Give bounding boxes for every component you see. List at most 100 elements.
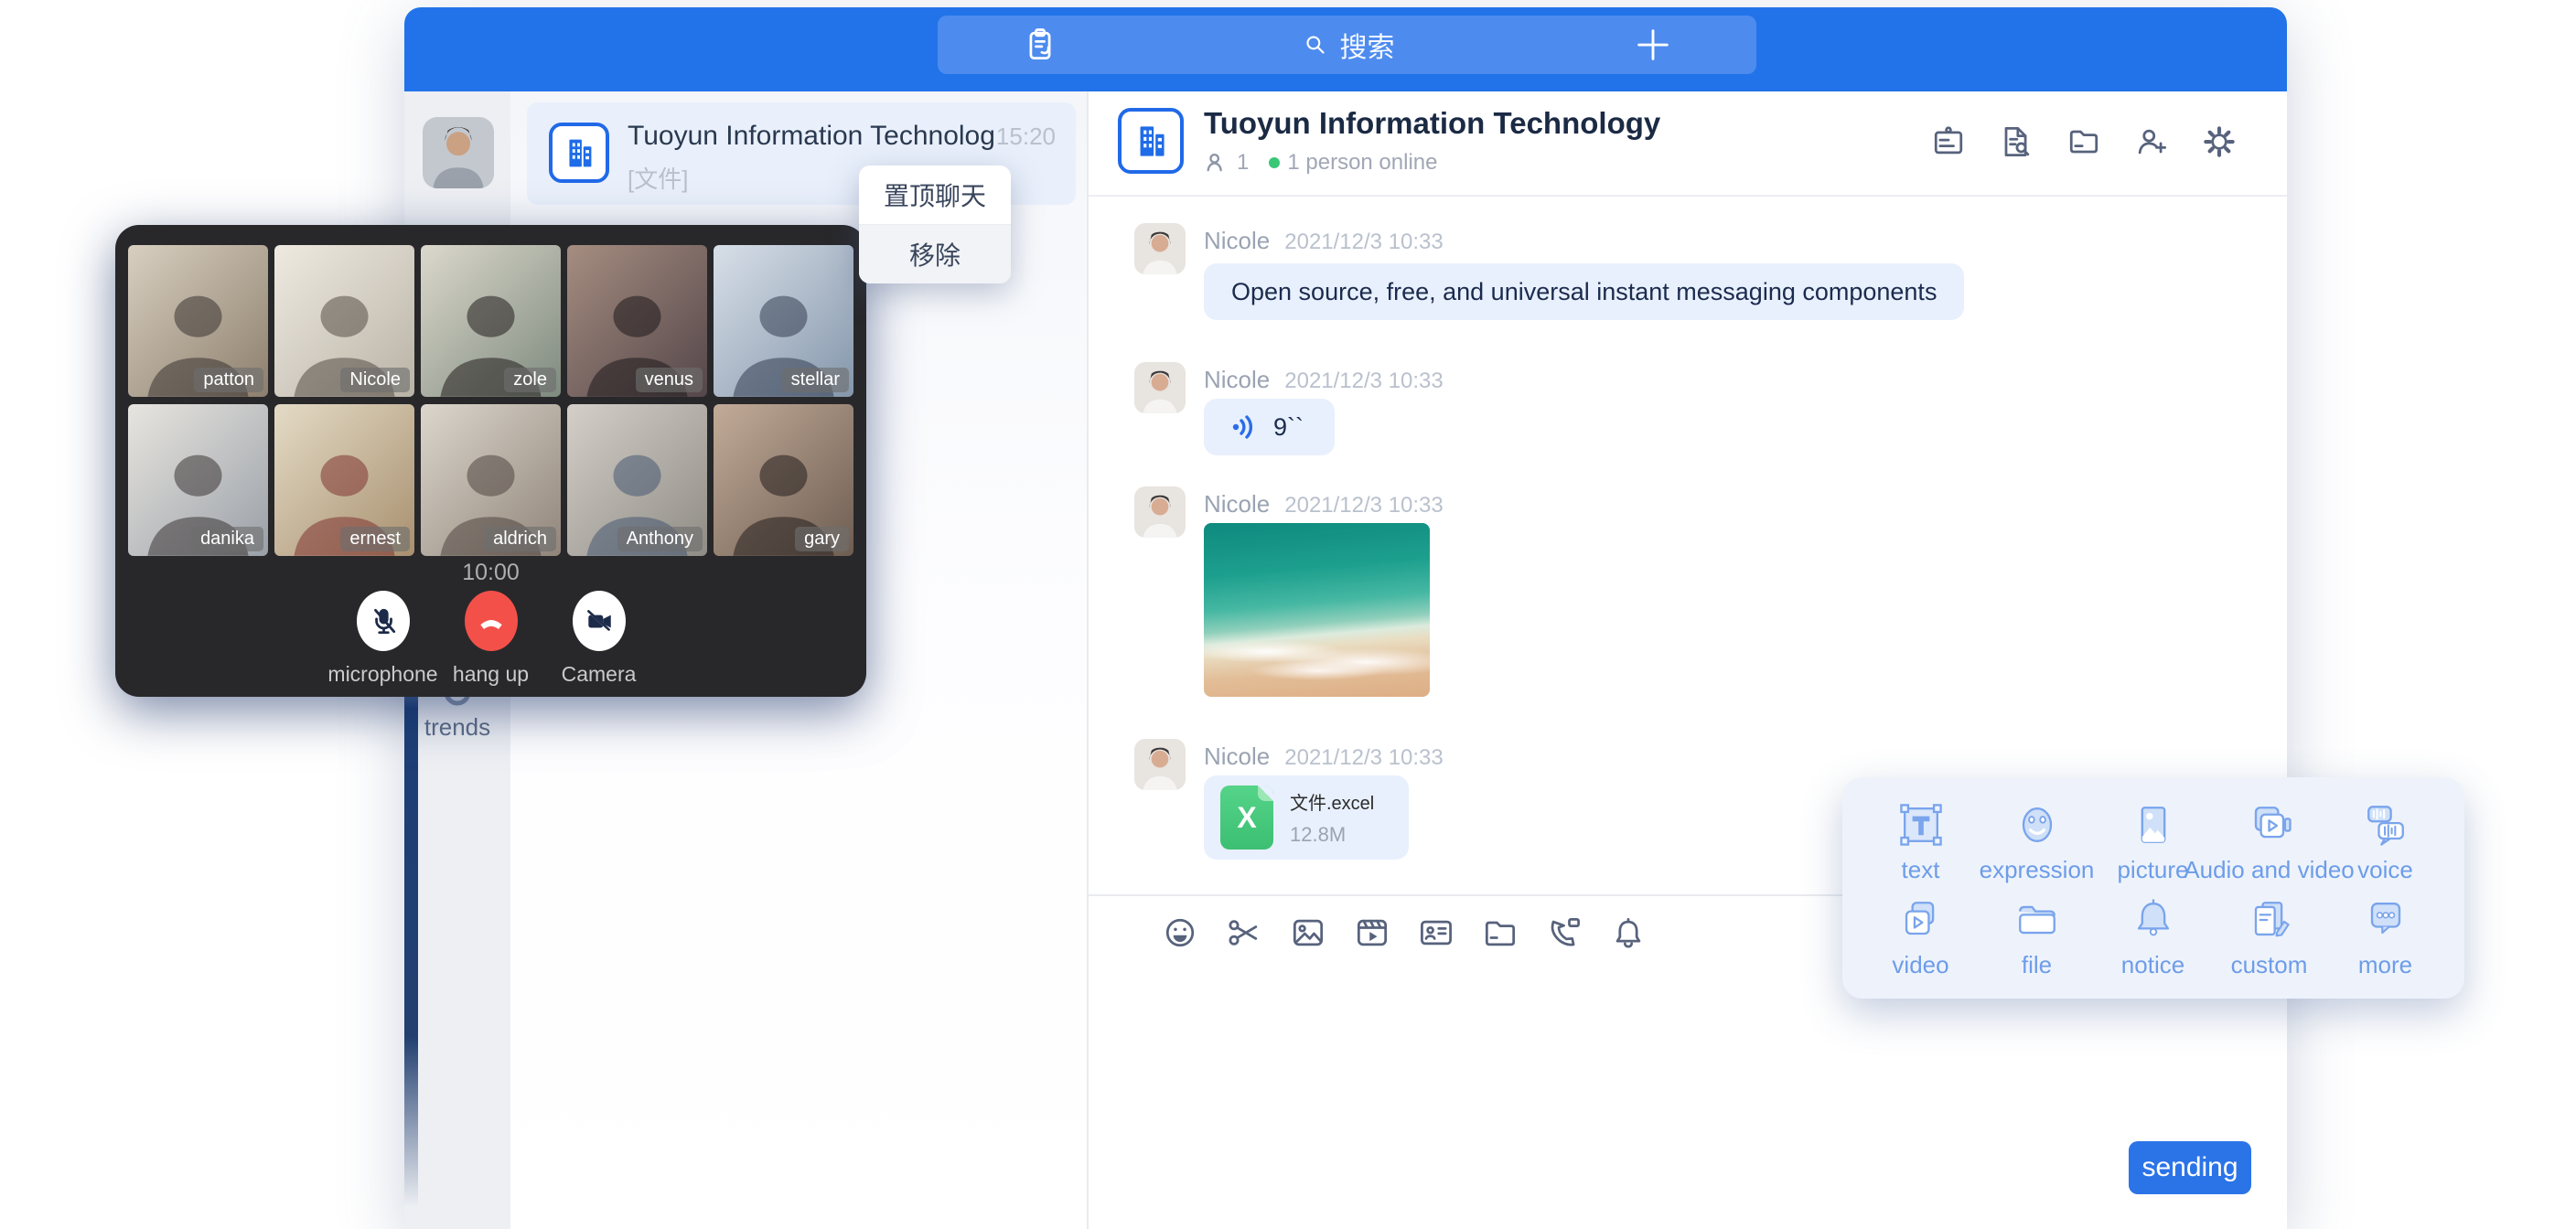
participant-name: Nicole — [340, 368, 410, 392]
microphone-mute-button[interactable] — [357, 591, 410, 651]
group-files-icon[interactable] — [2064, 122, 2104, 162]
file-name: 文件 — [1290, 794, 1326, 814]
feature-label: notice — [2121, 951, 2184, 979]
call-timer: 10:00 — [115, 560, 866, 586]
video-tiles-grid: patton Nicole zole venus stellar danika — [128, 245, 853, 556]
feature-video[interactable]: video — [1862, 888, 1979, 983]
camera-off-icon — [584, 605, 615, 636]
building-icon — [558, 132, 600, 174]
chat-history-search-icon[interactable] — [1996, 122, 2036, 162]
feature-text[interactable]: text — [1862, 793, 1979, 888]
message-meta: Nicole2021/12/3 10:33 — [1204, 366, 1444, 394]
send-file-folder-icon[interactable] — [1480, 913, 1520, 953]
video-tile: aldrich — [421, 404, 561, 556]
hang-up-button[interactable] — [465, 591, 518, 651]
call-controls: microphone hang up — [115, 591, 866, 687]
video-call-phone-icon[interactable] — [1544, 913, 1584, 953]
send-button[interactable]: sending — [2129, 1141, 2251, 1194]
sender-avatar[interactable] — [1134, 362, 1186, 413]
sender-name: Nicole — [1204, 227, 1270, 254]
notice-feature-icon — [2126, 892, 2181, 947]
feature-file[interactable]: file — [1979, 888, 2095, 983]
message-feature-panel: text expression picture — [1842, 777, 2464, 999]
participant-name: gary — [795, 527, 849, 551]
sender-name: Nicole — [1204, 490, 1270, 518]
menu-item-pin-chat[interactable]: 置顶聊天 — [859, 166, 1011, 224]
contact-card-icon[interactable] — [1416, 913, 1456, 953]
notification-bell-icon[interactable] — [1608, 913, 1648, 953]
conversation-context-menu: 置顶聊天 移除 — [859, 166, 1011, 283]
online-dot — [1269, 157, 1280, 168]
screenshot-stage: 搜索 trends — [0, 0, 2576, 1229]
custom-feature-icon — [2242, 892, 2297, 947]
participant-name: patton — [194, 368, 263, 392]
video-tile: gary — [714, 404, 853, 556]
camera-label: Camera — [562, 662, 637, 687]
sender-avatar[interactable] — [1134, 739, 1186, 790]
conversation-last-message: [文件] — [628, 161, 688, 195]
file-size: 12.8M — [1290, 823, 1374, 847]
search-placeholder: 搜索 — [1340, 25, 1395, 65]
message-meta: Nicole2021/12/3 10:33 — [1204, 743, 1444, 771]
nicole-avatar-image — [1134, 223, 1186, 274]
feature-expression[interactable]: expression — [1979, 793, 2095, 888]
feature-audio-video[interactable]: Audio and video — [2211, 793, 2327, 888]
voice-wave-icon — [1228, 411, 1261, 444]
nicole-avatar-image — [1134, 486, 1186, 538]
feature-notice[interactable]: notice — [2095, 888, 2211, 983]
send-image-icon[interactable] — [1288, 913, 1328, 953]
image-message-beach-photo[interactable] — [1204, 523, 1430, 697]
video-tile: patton — [128, 245, 268, 397]
online-status: 1 person online — [1287, 150, 1437, 176]
my-avatar-image — [423, 117, 494, 188]
video-feature-icon — [1894, 892, 1948, 947]
search-bar[interactable]: 搜索 — [938, 16, 1756, 74]
text-feature-icon — [1894, 797, 1948, 852]
sender-avatar[interactable] — [1134, 486, 1186, 538]
file-fold-corner — [1258, 785, 1273, 801]
window-edge-shadow — [404, 640, 418, 1207]
voice-feature-icon — [2358, 797, 2413, 852]
video-tile: ernest — [274, 404, 414, 556]
hangup-label: hang up — [453, 662, 529, 687]
settings-gear-icon[interactable] — [2199, 122, 2239, 162]
participant-name: ernest — [340, 527, 410, 551]
feature-more[interactable]: more — [2327, 888, 2443, 983]
feature-label: text — [1902, 856, 1940, 884]
my-avatar[interactable] — [423, 117, 494, 188]
file-message-bubble[interactable]: X 文件.excel 12.8M — [1204, 775, 1409, 860]
video-call-window: patton Nicole zole venus stellar danika — [115, 225, 866, 697]
file-meta: 文件.excel 12.8M — [1290, 788, 1374, 847]
group-notice-icon[interactable] — [1928, 122, 1969, 162]
participant-name: stellar — [782, 368, 849, 392]
feature-custom[interactable]: custom — [2211, 888, 2327, 983]
feature-label: file — [2022, 951, 2052, 979]
file-ext: .excel — [1326, 794, 1374, 814]
nicole-avatar-image — [1134, 362, 1186, 413]
menu-item-remove[interactable]: 移除 — [859, 225, 1011, 283]
add-member-icon[interactable] — [2131, 122, 2172, 162]
hangup-control: hang up — [437, 591, 545, 687]
mic-muted-icon — [368, 605, 399, 636]
sender-avatar[interactable] — [1134, 223, 1186, 274]
send-video-icon[interactable] — [1352, 913, 1392, 953]
chat-main: Tuoyun Information Technology 1 1 person… — [1089, 91, 2287, 1229]
message-time: 2021/12/3 10:33 — [1284, 369, 1444, 393]
screenshot-scissors-icon[interactable] — [1224, 913, 1264, 953]
video-tile: venus — [567, 245, 707, 397]
conversation-title: Tuoyun Information Technology — [628, 121, 993, 152]
emoji-icon[interactable] — [1160, 913, 1200, 953]
feature-voice[interactable]: voice — [2327, 793, 2443, 888]
participant-name: danika — [191, 527, 263, 551]
nicole-avatar-image — [1134, 739, 1186, 790]
text-message-bubble[interactable]: Open source, free, and universal instant… — [1204, 263, 1964, 320]
search-input[interactable]: 搜索 — [938, 16, 1756, 74]
video-tile: Nicole — [274, 245, 414, 397]
search-icon — [1300, 29, 1331, 60]
camera-toggle-button[interactable] — [573, 591, 626, 651]
chat-title: Tuoyun Information Technology — [1204, 106, 1660, 141]
more-feature-icon — [2358, 892, 2413, 947]
feature-label: video — [1892, 951, 1948, 979]
excel-badge-letter: X — [1237, 801, 1256, 835]
voice-message-bubble[interactable]: 9`` — [1204, 399, 1335, 455]
